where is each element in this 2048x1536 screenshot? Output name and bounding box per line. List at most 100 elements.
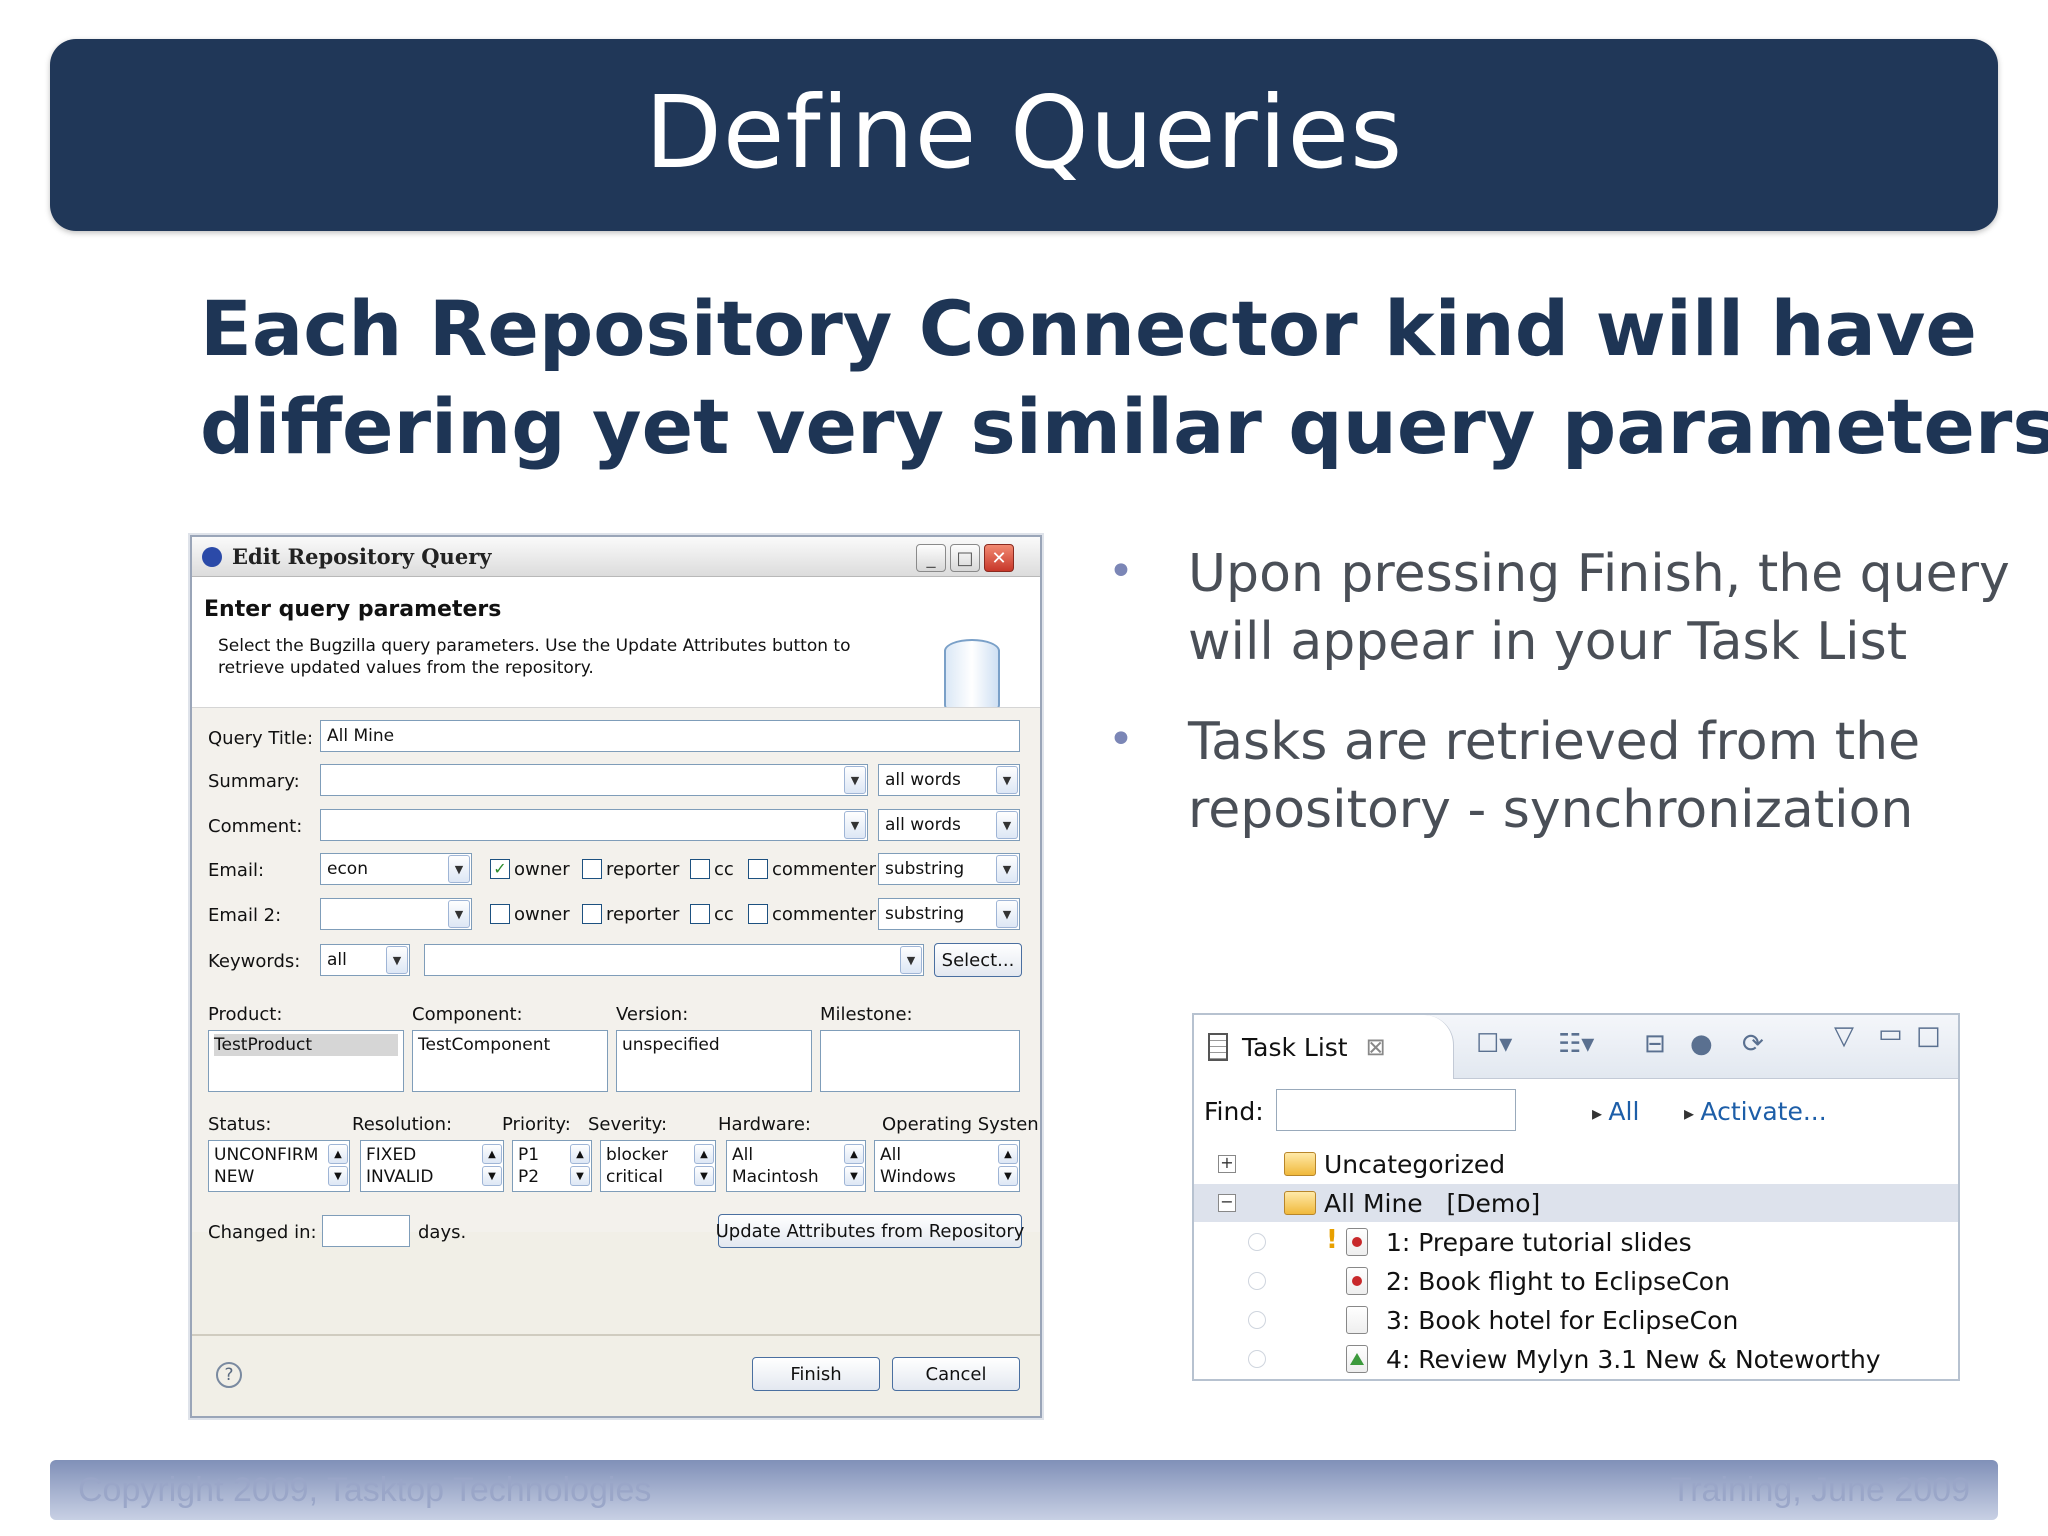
email-cc-checkbox[interactable] [690, 859, 710, 879]
summary-mode-dropdown-icon[interactable]: ▼ [996, 766, 1018, 794]
email2-dropdown-icon[interactable]: ▼ [448, 900, 470, 928]
severity-scrollbar[interactable]: ▲ ▼ [694, 1144, 714, 1188]
milestone-list[interactable] [820, 1030, 1020, 1092]
summary-dropdown-icon[interactable]: ▼ [844, 766, 866, 794]
expand-icon[interactable]: + [1218, 1155, 1236, 1173]
keywords-mode-dropdown-icon[interactable]: ▼ [386, 946, 408, 974]
query-form: Query Title: All Mine Summary: ▼ all wor… [192, 707, 1040, 1232]
product-item[interactable]: TestProduct [214, 1034, 398, 1056]
collapse-all-icon[interactable]: ⊟ [1644, 1029, 1666, 1059]
hardware-item[interactable]: Macintosh [732, 1166, 860, 1188]
severity-label: Severity: [588, 1114, 668, 1135]
email-dropdown-icon[interactable]: ▼ [448, 855, 470, 883]
hardware-scrollbar[interactable]: ▲ ▼ [844, 1144, 864, 1188]
task-list-tab[interactable]: Task List ⊠ [1194, 1015, 1454, 1079]
email-mode-dropdown-icon[interactable]: ▼ [996, 855, 1018, 883]
task-list-tabbar: Task List ⊠ ☐▾ ☷▾ ⊟ ● ⟳ ▽ ▭ □ [1194, 1015, 1958, 1079]
all-link[interactable]: All [1592, 1097, 1639, 1126]
close-tab-icon[interactable]: ⊠ [1366, 1033, 1386, 1061]
component-list[interactable]: TestComponent [412, 1030, 608, 1092]
query-title-input[interactable]: All Mine [320, 720, 1020, 752]
comment-dropdown-icon[interactable]: ▼ [844, 811, 866, 839]
slide-title: Define Queries [644, 73, 1404, 191]
email-reporter-checkbox[interactable] [582, 859, 602, 879]
help-icon[interactable]: ? [216, 1362, 242, 1388]
os-item[interactable]: All [880, 1144, 1014, 1166]
email2-reporter-checkbox[interactable] [582, 904, 602, 924]
minimize-button[interactable]: _ [916, 544, 946, 572]
synchronize-icon[interactable]: ⟳ [1742, 1029, 1764, 1059]
summary-input[interactable] [320, 764, 868, 796]
footer-copyright: Copyright 2009, Tasktop Technologies [78, 1470, 652, 1509]
task-icon [1346, 1228, 1368, 1256]
email-commenter-checkbox[interactable] [748, 859, 768, 879]
activate-task-icon[interactable] [1248, 1233, 1266, 1251]
email2-commenter-checkbox[interactable] [748, 904, 768, 924]
select-keywords-button[interactable]: Select... [934, 943, 1022, 977]
status-label: Status: [208, 1114, 272, 1135]
task-row[interactable]: ! 1: Prepare tutorial slides [1194, 1223, 1958, 1261]
maximize-button[interactable]: □ [950, 544, 980, 572]
email-owner-label: owner [514, 859, 570, 880]
category-row[interactable]: + Uncategorized [1194, 1145, 1958, 1183]
dialog-title-bar[interactable]: Edit Repository Query _ □ ✕ [192, 537, 1040, 577]
priority-scrollbar[interactable]: ▲ ▼ [570, 1144, 590, 1188]
activate-task-icon[interactable] [1248, 1350, 1266, 1368]
collapse-icon[interactable]: − [1218, 1194, 1236, 1212]
product-label: Product: [208, 1004, 283, 1025]
os-scrollbar[interactable]: ▲ ▼ [998, 1144, 1018, 1188]
activate-task-icon[interactable] [1248, 1272, 1266, 1290]
task-icon [1346, 1267, 1368, 1295]
version-list[interactable]: unspecified [616, 1030, 812, 1092]
focus-icon[interactable]: ● [1690, 1029, 1713, 1059]
os-item[interactable]: Windows [880, 1166, 1014, 1188]
activate-link[interactable]: Activate... [1684, 1097, 1826, 1126]
email2-owner-label: owner [514, 904, 570, 925]
category-label: Uncategorized [1324, 1149, 1506, 1179]
changed-in-input[interactable] [322, 1215, 410, 1247]
incoming-icon: ! [1326, 1225, 1338, 1255]
task-list-icon [1208, 1033, 1228, 1061]
header-title: Enter query parameters [204, 597, 502, 622]
task-row[interactable]: 3: Book hotel for EclipseCon [1194, 1301, 1958, 1339]
headline-line-1: Each Repository Connector kind will have [200, 284, 1977, 373]
task-icon [1346, 1306, 1368, 1334]
email2-owner-checkbox[interactable] [490, 904, 510, 924]
keywords-label: Keywords: [208, 951, 301, 972]
resolution-item[interactable]: INVALID [366, 1166, 498, 1188]
resolution-scrollbar[interactable]: ▲ ▼ [482, 1144, 502, 1188]
task-row[interactable]: 2: Book flight to EclipseCon [1194, 1262, 1958, 1300]
status-item[interactable]: NEW [214, 1166, 344, 1188]
activate-task-icon[interactable] [1248, 1311, 1266, 1329]
resolution-item[interactable]: FIXED [366, 1144, 498, 1166]
hardware-item[interactable]: All [732, 1144, 860, 1166]
view-menu-icon[interactable]: ▽ [1834, 1021, 1854, 1051]
keywords-dropdown-icon[interactable]: ▼ [900, 946, 922, 974]
finish-button[interactable]: Finish [752, 1357, 880, 1391]
comment-input[interactable] [320, 809, 868, 841]
email-owner-checkbox[interactable]: ✓ [490, 859, 510, 879]
component-item[interactable]: TestComponent [418, 1034, 602, 1056]
status-scrollbar[interactable]: ▲ ▼ [328, 1144, 348, 1188]
slide-title-bar: Define Queries [50, 39, 1998, 231]
version-item[interactable]: unspecified [622, 1034, 806, 1056]
close-button[interactable]: ✕ [984, 544, 1014, 572]
maximize-view-icon[interactable]: □ [1916, 1021, 1941, 1051]
product-list[interactable]: TestProduct [208, 1030, 404, 1092]
comment-mode-dropdown-icon[interactable]: ▼ [996, 811, 1018, 839]
task-label: 3: Book hotel for EclipseCon [1386, 1305, 1739, 1335]
task-row[interactable]: 4: Review Mylyn 3.1 New & Noteworthy [1194, 1340, 1958, 1378]
email2-cc-label: cc [714, 904, 734, 925]
email2-cc-checkbox[interactable] [690, 904, 710, 924]
update-attributes-button[interactable]: Update Attributes from Repository [716, 1214, 1024, 1248]
presentation-icon[interactable]: ☷▾ [1558, 1029, 1594, 1059]
email2-mode-dropdown-icon[interactable]: ▼ [996, 900, 1018, 928]
status-item[interactable]: UNCONFIRM [214, 1144, 344, 1166]
task-list-tab-label: Task List [1242, 1032, 1348, 1062]
find-input[interactable] [1276, 1089, 1516, 1131]
minimize-view-icon[interactable]: ▭ [1878, 1019, 1903, 1049]
cancel-button[interactable]: Cancel [892, 1357, 1020, 1391]
new-task-icon[interactable]: ☐▾ [1476, 1029, 1512, 1059]
keywords-input[interactable] [424, 944, 924, 976]
query-row[interactable]: − All Mine [Demo] [1194, 1184, 1958, 1222]
